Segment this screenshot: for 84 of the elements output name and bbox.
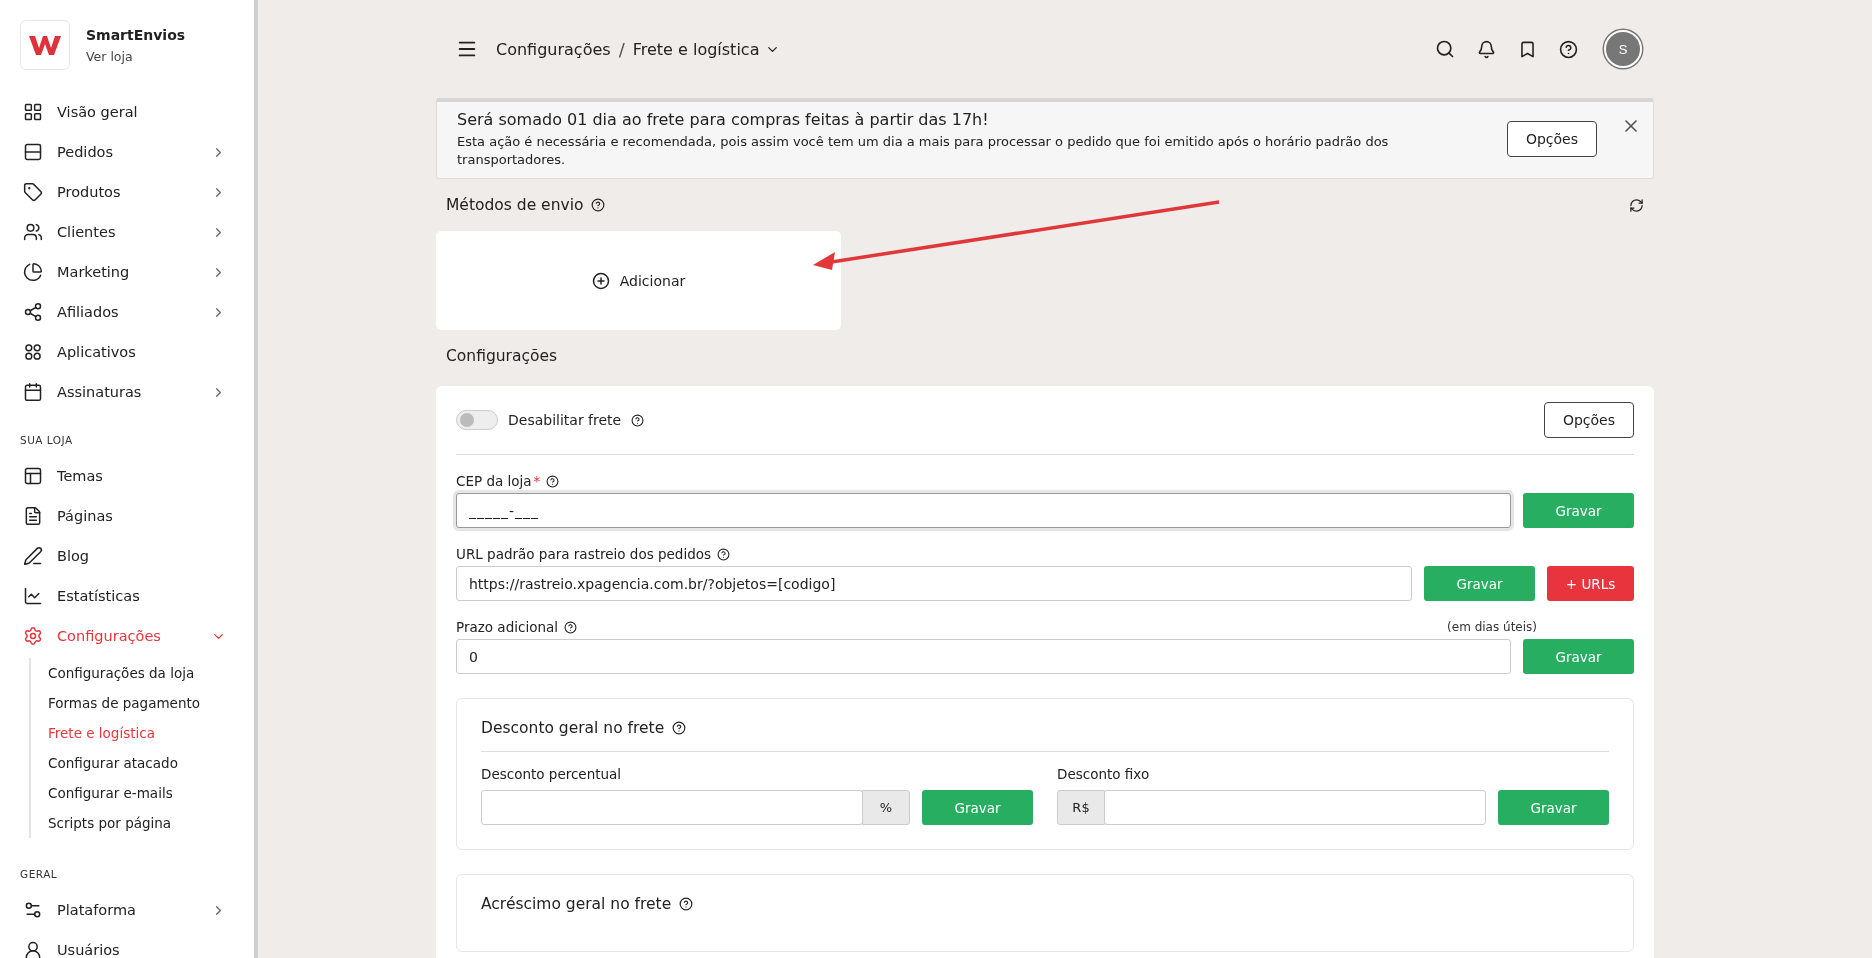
help-icon[interactable] <box>563 620 577 634</box>
submenu-item[interactable]: Configurar atacado <box>48 748 254 778</box>
calendar-icon <box>23 382 43 402</box>
options-button[interactable]: Opções <box>1506 121 1597 158</box>
submenu-item[interactable]: Formas de pagamento <box>48 688 254 718</box>
help-icon[interactable] <box>591 198 606 213</box>
nav-item[interactable]: Assinaturas <box>0 372 254 412</box>
bookmark-icon <box>1518 39 1537 59</box>
input-addon: R$ <box>1057 790 1105 826</box>
toggle-label: Desabilitar frete <box>508 412 622 429</box>
tag-icon <box>23 182 43 202</box>
pie-chart-icon <box>23 262 43 282</box>
plus-circle-icon <box>591 271 610 290</box>
share-icon <box>23 302 43 322</box>
nav-item[interactable]: Marketing <box>0 252 254 292</box>
add-shipping-method-button[interactable]: Adicionar <box>436 231 841 331</box>
input-field[interactable] <box>1104 790 1486 826</box>
field-label: CEP da loja <box>456 473 532 490</box>
section-heading: SUA LOJA <box>19 433 74 448</box>
search-icon <box>1435 39 1455 59</box>
help-icon <box>1559 39 1578 59</box>
bell-icon <box>1477 39 1496 59</box>
input-field[interactable]: _____-___ <box>456 493 1511 529</box>
document-icon <box>23 506 43 526</box>
field-label: Prazo adicional <box>456 619 558 636</box>
input-field[interactable]: 0 <box>456 639 1511 675</box>
users-icon <box>23 222 43 242</box>
nav-item[interactable]: Produtos <box>0 172 254 212</box>
panel-icon <box>23 142 43 162</box>
nav-item[interactable]: Temas <box>0 456 254 496</box>
sliders-icon <box>23 900 43 920</box>
panel-title: Acréscimo geral no frete <box>481 895 672 914</box>
nav-item[interactable]: Páginas <box>0 496 254 536</box>
nav-item[interactable]: Configurações <box>0 616 254 656</box>
breadcrumb-link[interactable]: Configurações <box>496 39 611 59</box>
required-asterisk: * <box>533 473 541 490</box>
refresh-icon[interactable] <box>1629 197 1644 213</box>
nav-item[interactable]: Plataforma <box>0 890 254 930</box>
store-logo <box>20 20 70 70</box>
field-label: Desconto percentual <box>481 766 623 783</box>
section-title: Métodos de envio <box>446 196 584 215</box>
settings-icon <box>23 626 43 646</box>
nav-item[interactable]: Visão geral <box>0 92 254 132</box>
help-icon[interactable] <box>546 474 560 488</box>
dashboard-icon <box>23 102 43 122</box>
panel-title: Desconto geral no frete <box>481 719 665 738</box>
store-name: SmartEnvios <box>86 26 186 43</box>
help-icon[interactable] <box>717 547 731 561</box>
toggle-switch[interactable] <box>456 410 498 431</box>
options-button[interactable]: Opções <box>1543 402 1634 439</box>
section-heading: GERAL <box>19 867 59 882</box>
input-addon: % <box>862 790 910 826</box>
field-label: Desconto fixo <box>1057 766 1151 783</box>
input-field[interactable]: https://rastreio.xpagencia.com.br/?objetos=[codigo] <box>456 566 1412 602</box>
view-store-link[interactable]: Ver loja <box>86 48 186 64</box>
circles-grid-icon <box>23 342 43 362</box>
input-field[interactable] <box>481 790 863 826</box>
nav-item[interactable]: Blog <box>0 536 254 576</box>
banner-message: Esta ação é necessária e recomendada, pois assim você tem um dia a mais para processar o pedido que foi emitido após o horário padrão dos transportadores. <box>457 133 1390 169</box>
submenu-item[interactable]: Frete e logística <box>48 718 254 748</box>
pen-icon <box>23 546 43 566</box>
help-icon[interactable] <box>679 897 694 912</box>
user-icon <box>23 940 43 958</box>
field-label: URL padrão para rastreio dos pedidos <box>456 546 712 563</box>
field-hint: (em dias úteis) <box>1447 620 1537 635</box>
nav-item[interactable]: Afiliados <box>0 292 254 332</box>
nav-item[interactable]: Clientes <box>0 212 254 252</box>
nav-item[interactable]: Aplicativos <box>0 332 254 372</box>
submenu-item[interactable]: Configurar e-mails <box>48 778 254 808</box>
breadcrumb-link[interactable]: Frete e logística <box>632 39 781 59</box>
nav-item[interactable]: Pedidos <box>0 132 254 172</box>
line-chart-icon <box>23 586 43 606</box>
user-avatar[interactable]: S <box>1604 30 1642 68</box>
breadcrumb-separator: / <box>618 38 625 60</box>
help-icon[interactable] <box>631 413 645 427</box>
add-urls-button[interactable]: + URLs <box>1547 566 1634 602</box>
help-icon[interactable] <box>672 721 687 736</box>
submenu-item[interactable]: Configurações da loja <box>48 658 254 688</box>
banner-title: Será somado 01 dia ao frete para compras feitas à partir das 17h! <box>457 110 990 129</box>
layout-icon <box>23 466 43 486</box>
nav-item[interactable]: Usuários <box>0 930 254 958</box>
section-title: Configurações <box>446 347 558 366</box>
submenu-item[interactable]: Scripts por página <box>48 808 254 838</box>
nav-item[interactable]: Estatísticas <box>0 576 254 616</box>
